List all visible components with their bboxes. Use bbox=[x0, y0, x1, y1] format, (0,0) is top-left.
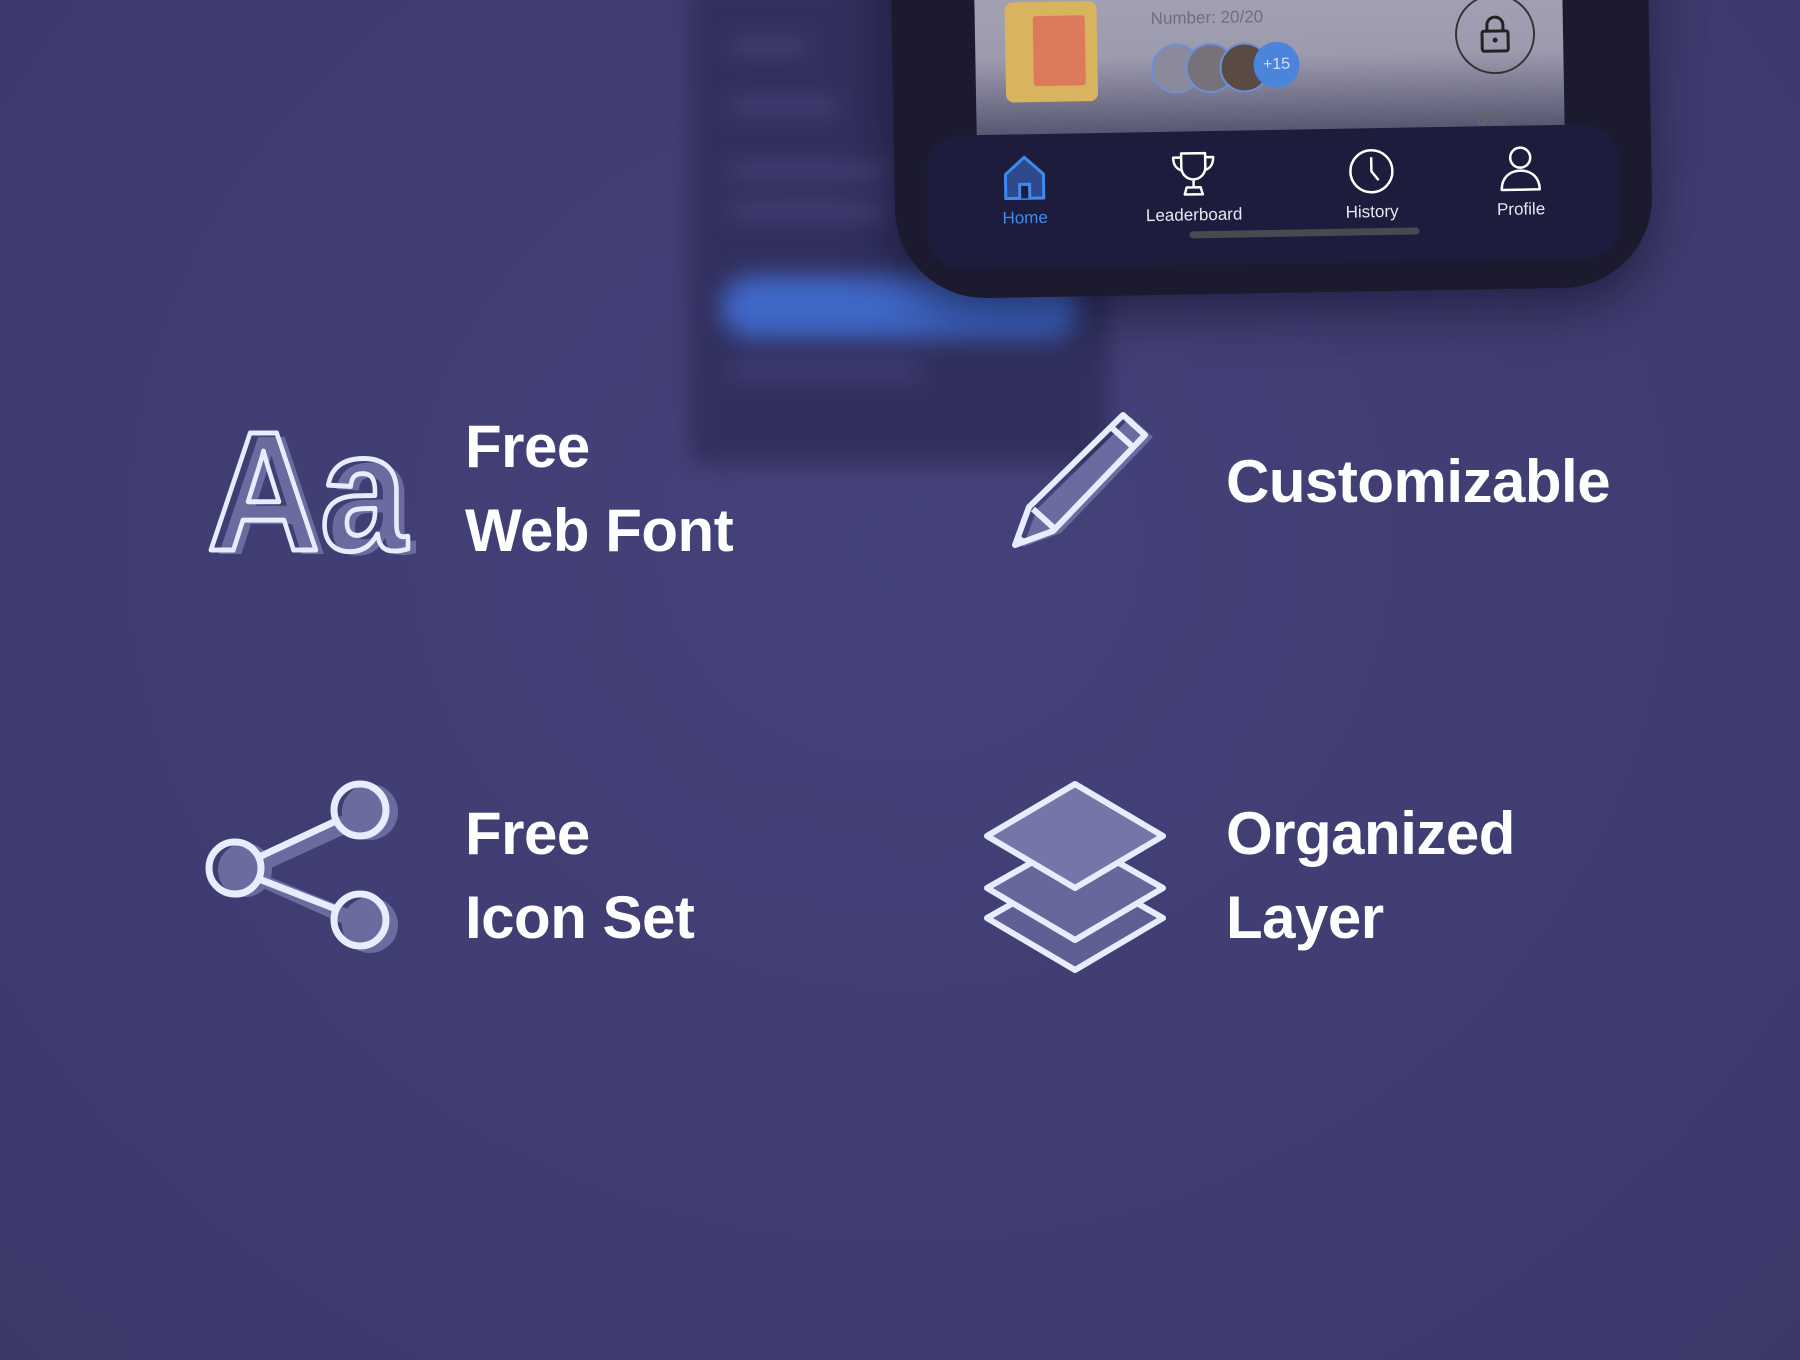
phone-mockup: Number: 20/20 +15 0% Home Leaderboard Hi… bbox=[890, 0, 1654, 300]
font-icon: Aa Aa bbox=[205, 395, 430, 592]
svg-text:Aa: Aa bbox=[207, 420, 408, 560]
feature-iconset-text: Free Icon Set bbox=[465, 792, 695, 960]
nav-label: Leaderboard bbox=[1145, 204, 1243, 226]
feature-title-line: Customizable bbox=[1226, 448, 1611, 515]
feature-title-line: Free bbox=[465, 413, 590, 480]
number-label: Number: 20/20 bbox=[1150, 7, 1264, 29]
trophy-icon bbox=[1171, 151, 1215, 196]
nav-item-history[interactable]: History bbox=[1306, 145, 1437, 223]
avatar-group: +15 bbox=[1151, 41, 1300, 95]
feature-font-text: Free Web Font bbox=[465, 405, 734, 573]
feature-title-line: Organized bbox=[1226, 800, 1515, 867]
feature-customizable-text: Customizable bbox=[1226, 440, 1611, 524]
blurred-line bbox=[729, 365, 919, 377]
feature-title-line: Free bbox=[465, 800, 590, 867]
blurred-line bbox=[729, 205, 889, 217]
blurred-line bbox=[729, 40, 809, 52]
nav-item-home[interactable]: Home bbox=[959, 151, 1090, 229]
home-indicator bbox=[1189, 227, 1420, 239]
bottom-nav-bar: Home Leaderboard History Profile bbox=[925, 123, 1621, 270]
feature-title-line: Icon Set bbox=[465, 884, 695, 951]
clock-icon bbox=[1349, 148, 1394, 194]
share-icon bbox=[205, 778, 420, 958]
blurred-line bbox=[729, 165, 889, 177]
nav-label: Profile bbox=[1496, 199, 1546, 220]
user-icon bbox=[1500, 146, 1541, 192]
lock-button[interactable] bbox=[1454, 0, 1536, 75]
feature-title-line: Layer bbox=[1226, 884, 1384, 951]
nav-label: Home bbox=[1002, 207, 1048, 228]
nav-item-profile[interactable]: Profile bbox=[1455, 143, 1586, 221]
pencil-icon bbox=[1005, 405, 1165, 555]
layers-icon bbox=[975, 778, 1175, 973]
task-thumbnail bbox=[1004, 1, 1099, 103]
feature-title-line: Web Font bbox=[465, 497, 734, 564]
home-icon bbox=[1003, 155, 1046, 201]
lock-icon bbox=[1480, 15, 1510, 53]
extra-count-badge: +15 bbox=[1253, 41, 1300, 89]
nav-label: History bbox=[1345, 201, 1399, 222]
blurred-line bbox=[729, 100, 839, 112]
nav-item-leaderboard[interactable]: Leaderboard bbox=[1128, 148, 1259, 226]
feature-layers-text: Organized Layer bbox=[1226, 792, 1515, 960]
